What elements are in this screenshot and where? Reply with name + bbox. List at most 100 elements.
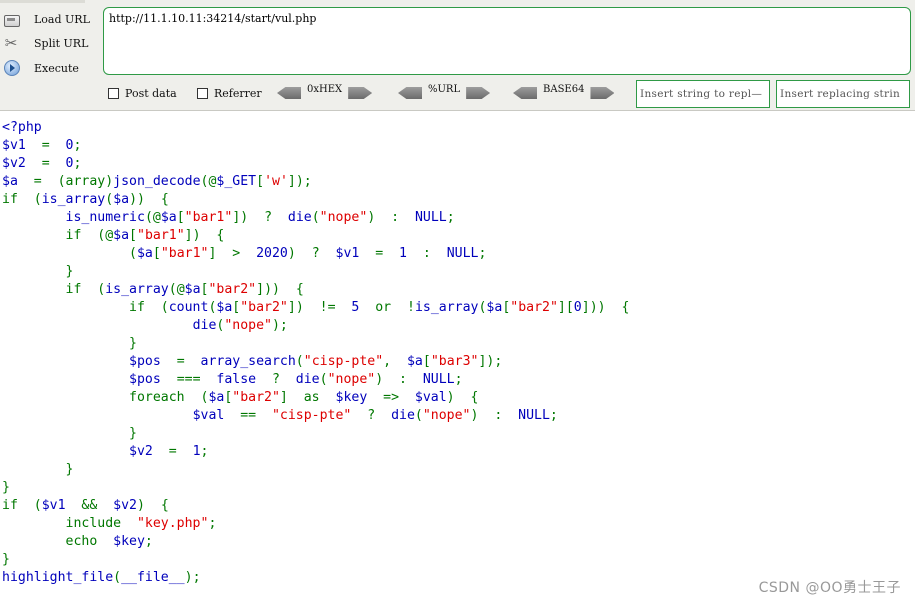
code-token: 2020 <box>256 246 288 261</box>
code-token: == <box>224 408 272 423</box>
code-line: die("nope"); <box>2 317 629 335</box>
code-token: ) { <box>446 390 479 405</box>
code-token: is_array <box>41 192 106 207</box>
code-token: die <box>391 408 415 423</box>
code-token: = <box>25 138 66 153</box>
code-token: "nope" <box>319 210 368 225</box>
code-token: ; <box>454 372 463 387</box>
code-token: echo <box>2 534 114 549</box>
code-token: (@ <box>168 282 185 297</box>
code-token: false <box>216 372 257 387</box>
url-enc-label: %URL <box>428 83 461 95</box>
code-line: $val == "cisp-pte" ? die("nope") : NULL; <box>2 407 629 425</box>
split-url-button[interactable]: ✂ Split URL <box>2 32 89 54</box>
url-encoder: %URL <box>398 83 491 101</box>
post-data-checkbox[interactable]: Post data <box>108 87 177 100</box>
code-token: $key <box>113 534 145 549</box>
code-token: $a <box>160 210 177 225</box>
code-token: "bar3" <box>430 354 479 369</box>
base64-encode-arrow-icon[interactable] <box>590 87 615 99</box>
code-token: === <box>160 372 217 387</box>
code-token: "bar2" <box>208 282 257 297</box>
url-decode-arrow-icon[interactable] <box>398 87 422 99</box>
insert-replace-string-input[interactable]: Insert replacing strin <box>776 80 910 108</box>
code-token: } <box>2 264 74 279</box>
code-token: or ! <box>359 300 415 315</box>
code-token: 0 <box>573 300 582 315</box>
post-data-check-box[interactable] <box>108 88 119 99</box>
code-token: ); <box>184 570 201 585</box>
hackbar-toolbar: Load URL ✂ Split URL Execute http://11.1… <box>0 0 915 111</box>
code-token: ]); <box>478 354 503 369</box>
code-token: = <box>359 246 400 261</box>
code-token: ) ? <box>287 246 336 261</box>
code-token: $pos <box>129 372 161 387</box>
code-token: NULL <box>446 246 479 261</box>
post-data-label: Post data <box>125 87 177 100</box>
load-url-icon <box>4 15 20 27</box>
code-token: ; <box>200 444 209 459</box>
code-token: ( <box>113 570 122 585</box>
code-line: is_numeric(@$a["bar1"]) ? die("nope") : … <box>2 209 629 227</box>
execute-icon <box>4 60 20 76</box>
url-textarea[interactable]: http://11.1.10.11:34214/start/vul.php <box>103 7 911 75</box>
code-token: if ( <box>2 282 106 297</box>
code-token: } <box>2 336 137 351</box>
code-token: : <box>407 246 447 261</box>
code-token: [ <box>422 354 431 369</box>
code-token: "nope" <box>327 372 376 387</box>
code-token: if (@ <box>2 228 114 243</box>
code-token: ]); <box>287 174 312 189</box>
insert-search-string-input[interactable]: Insert string to repl— <box>636 80 770 108</box>
code-token: $a <box>486 300 503 315</box>
code-token: "bar1" <box>160 246 209 261</box>
code-token: $a <box>136 246 153 261</box>
code-line: } <box>2 551 629 569</box>
code-line: foreach ($a["bar2"] as $key => $val) { <box>2 389 629 407</box>
hex-decode-arrow-icon[interactable] <box>277 87 301 99</box>
referrer-check-box[interactable] <box>197 88 208 99</box>
code-token: $v1 <box>335 246 360 261</box>
code-token: 1 <box>399 246 407 261</box>
code-token: ) : <box>375 372 423 387</box>
code-token: ? <box>351 408 392 423</box>
code-token: NULL <box>518 408 550 423</box>
code-token: count <box>168 300 209 315</box>
url-encode-arrow-icon[interactable] <box>466 87 491 99</box>
base64-decode-arrow-icon[interactable] <box>513 87 537 99</box>
split-url-icon: ✂ <box>4 34 18 52</box>
code-token: foreach ( <box>2 390 209 405</box>
load-url-button[interactable]: Load URL <box>2 8 90 30</box>
code-token: $v1 <box>2 138 26 153</box>
code-token: ]) != <box>287 300 352 315</box>
code-token: (@ <box>200 174 217 189</box>
code-token: <?php <box>2 120 42 135</box>
code-token: $key <box>335 390 368 405</box>
code-token: $_GET <box>216 174 257 189</box>
code-token: "bar1" <box>137 228 185 243</box>
code-token: [ <box>152 246 161 261</box>
code-token: = <box>160 354 201 369</box>
execute-button[interactable]: Execute <box>2 57 79 79</box>
code-token: [ <box>176 210 185 225</box>
code-token: ; <box>73 156 82 171</box>
code-token: $v2 <box>2 156 26 171</box>
code-token: die <box>192 318 217 333</box>
code-token: $a <box>406 354 423 369</box>
csdn-watermark: CSDN @OO勇士王子 <box>758 580 901 596</box>
code-token: die <box>295 372 320 387</box>
load-url-label: Load URL <box>34 12 90 26</box>
code-token: "nope" <box>422 408 471 423</box>
code-token: $v2 <box>113 498 137 513</box>
code-token: include <box>2 516 137 531</box>
code-token: )) { <box>129 192 169 207</box>
code-line: $v2 = 0; <box>2 155 629 173</box>
split-url-label: Split URL <box>34 36 89 50</box>
code-token: = <box>152 444 193 459</box>
referrer-checkbox[interactable]: Referrer <box>197 87 262 100</box>
code-token: $a <box>216 300 233 315</box>
hex-encode-arrow-icon[interactable] <box>348 87 373 99</box>
code-token: $v1 <box>41 498 66 513</box>
code-token: "bar2" <box>240 300 288 315</box>
